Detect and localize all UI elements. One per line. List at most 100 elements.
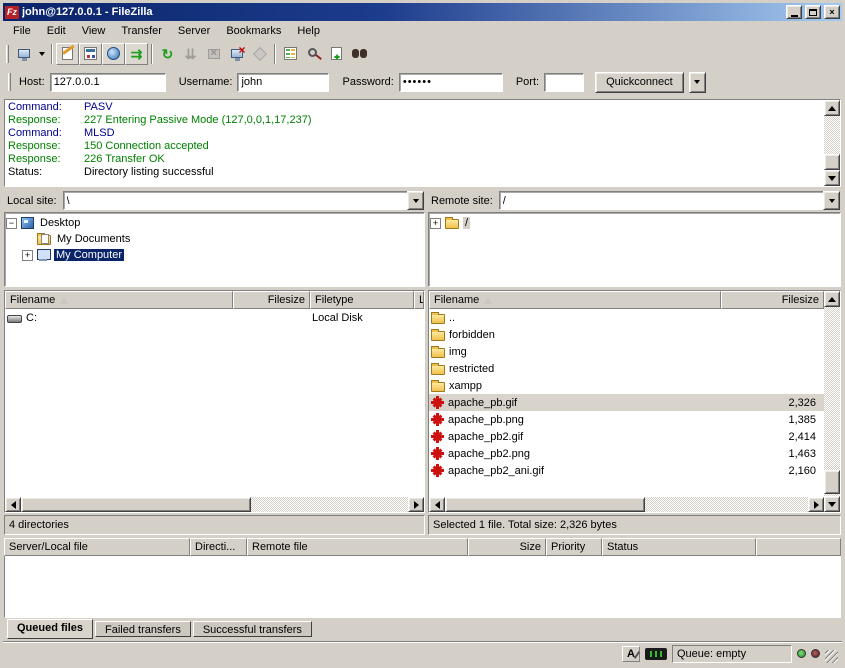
- toggle-local-tree-button[interactable]: [79, 43, 102, 65]
- file-row[interactable]: xampp: [429, 377, 824, 394]
- scroll-right-button[interactable]: [808, 497, 824, 512]
- password-input[interactable]: [399, 73, 503, 92]
- scroll-thumb[interactable]: [445, 497, 645, 512]
- queue-body[interactable]: [4, 556, 841, 618]
- local-site-dropdown[interactable]: [407, 191, 424, 210]
- scroll-track[interactable]: [445, 497, 808, 512]
- file-row[interactable]: apache_pb.png1,385: [429, 411, 824, 428]
- resize-grip[interactable]: [825, 650, 838, 663]
- tree-item-my-documents[interactable]: My Documents: [6, 231, 423, 247]
- toggle-remote-tree-button[interactable]: [102, 43, 125, 65]
- column-filetype[interactable]: Filetype: [310, 291, 414, 309]
- menu-transfer[interactable]: Transfer: [113, 23, 170, 39]
- file-row[interactable]: apache_pb2_ani.gif2,160: [429, 462, 824, 479]
- scroll-thumb[interactable]: [21, 497, 251, 512]
- toggle-queue-button[interactable]: ⇉: [125, 43, 148, 65]
- collapse-icon[interactable]: −: [6, 218, 17, 229]
- column-last-modified[interactable]: L: [414, 291, 424, 309]
- close-button[interactable]: ×: [824, 5, 840, 19]
- cancel-operation-button[interactable]: [202, 43, 225, 65]
- local-site-combo[interactable]: [63, 191, 424, 210]
- file-row[interactable]: restricted: [429, 360, 824, 377]
- quickconnect-button[interactable]: Quickconnect: [595, 72, 684, 93]
- column-filesize[interactable]: Filesize: [233, 291, 310, 309]
- remote-site-label: Remote site:: [428, 195, 495, 207]
- process-queue-button[interactable]: ⇊: [179, 43, 202, 65]
- directory-comparison-button[interactable]: [279, 43, 302, 65]
- toolbar-gripper[interactable]: [6, 45, 9, 63]
- site-manager-button[interactable]: [12, 43, 35, 65]
- scroll-track[interactable]: [824, 116, 840, 170]
- column-status[interactable]: Status: [602, 538, 756, 556]
- tab-failed-transfers[interactable]: Failed transfers: [95, 621, 191, 637]
- scroll-left-button[interactable]: [5, 497, 21, 512]
- drive-icon: [7, 315, 22, 323]
- file-row[interactable]: apache_pb2.png1,463: [429, 445, 824, 462]
- toggle-message-log-button[interactable]: [56, 43, 79, 65]
- file-row[interactable]: apache_pb2.gif2,414: [429, 428, 824, 445]
- menu-view[interactable]: View: [74, 23, 114, 39]
- site-manager-dropdown[interactable]: [35, 43, 48, 65]
- synchronized-browsing-button[interactable]: [325, 43, 348, 65]
- titlebar[interactable]: Fz john@127.0.0.1 - FileZilla ×: [3, 3, 842, 21]
- column-filename[interactable]: Filename: [5, 291, 233, 309]
- scroll-thumb[interactable]: [824, 470, 840, 494]
- local-list-hscrollbar[interactable]: [5, 497, 424, 512]
- remote-site-combo[interactable]: [499, 191, 840, 210]
- find-files-button[interactable]: [348, 43, 371, 65]
- filter-button[interactable]: [302, 43, 325, 65]
- menu-edit[interactable]: Edit: [39, 23, 74, 39]
- minimize-button[interactable]: [786, 5, 802, 19]
- column-priority[interactable]: Priority: [546, 538, 602, 556]
- file-row[interactable]: img: [429, 343, 824, 360]
- column-direction[interactable]: Directi...: [190, 538, 247, 556]
- scroll-up-button[interactable]: [824, 100, 840, 116]
- expand-icon[interactable]: +: [430, 218, 441, 229]
- remote-site-dropdown[interactable]: [823, 191, 840, 210]
- scroll-track[interactable]: [824, 307, 840, 496]
- tree-item-desktop[interactable]: − Desktop: [6, 215, 423, 231]
- column-server-local-file[interactable]: Server/Local file: [4, 538, 190, 556]
- column-remote-file[interactable]: Remote file: [247, 538, 468, 556]
- host-input[interactable]: [50, 73, 166, 92]
- menu-help[interactable]: Help: [289, 23, 328, 39]
- tab-successful-transfers[interactable]: Successful transfers: [193, 621, 312, 637]
- menu-bookmarks[interactable]: Bookmarks: [218, 23, 289, 39]
- column-size[interactable]: Size: [468, 538, 546, 556]
- menu-server[interactable]: Server: [170, 23, 218, 39]
- remote-site-input[interactable]: [499, 191, 823, 210]
- file-row-c-drive[interactable]: C: Local Disk: [5, 309, 424, 326]
- scroll-thumb[interactable]: [824, 154, 840, 170]
- data-type-ascii-icon[interactable]: A: [622, 646, 640, 662]
- scroll-down-button[interactable]: [824, 496, 840, 512]
- username-input[interactable]: [237, 73, 329, 92]
- tree-item-my-computer[interactable]: + My Computer: [6, 247, 423, 263]
- tree-item-root[interactable]: + /: [430, 215, 839, 231]
- menu-file[interactable]: File: [5, 23, 39, 39]
- remote-list-hscrollbar[interactable]: [429, 497, 824, 512]
- file-row[interactable]: ..: [429, 309, 824, 326]
- log-vertical-scrollbar[interactable]: [824, 100, 840, 186]
- expand-icon[interactable]: +: [22, 250, 33, 261]
- column-filename[interactable]: Filename: [429, 291, 721, 309]
- file-row-selected[interactable]: apache_pb.gif2,326: [429, 394, 824, 411]
- column-filesize[interactable]: Filesize: [721, 291, 824, 309]
- refresh-button[interactable]: ↻: [156, 43, 179, 65]
- scroll-up-button[interactable]: [824, 291, 840, 307]
- file-row[interactable]: forbidden: [429, 326, 824, 343]
- quickconnect-dropdown[interactable]: [689, 72, 706, 93]
- scroll-left-button[interactable]: [429, 497, 445, 512]
- abort-button[interactable]: [248, 43, 271, 65]
- scroll-right-button[interactable]: [408, 497, 424, 512]
- quickconnect-gripper[interactable]: [8, 73, 11, 91]
- remote-list-vscrollbar[interactable]: [824, 291, 840, 512]
- tab-queued-files[interactable]: Queued files: [7, 619, 93, 639]
- scroll-track[interactable]: [21, 497, 408, 512]
- log-label: Response:: [8, 140, 84, 153]
- scroll-down-button[interactable]: [824, 170, 840, 186]
- quickconnect-bar: Host: Username: Password: Port: Quickcon…: [3, 67, 842, 97]
- maximize-button[interactable]: [805, 5, 821, 19]
- port-input[interactable]: [544, 73, 584, 92]
- local-site-input[interactable]: [63, 191, 407, 210]
- disconnect-button[interactable]: [225, 43, 248, 65]
